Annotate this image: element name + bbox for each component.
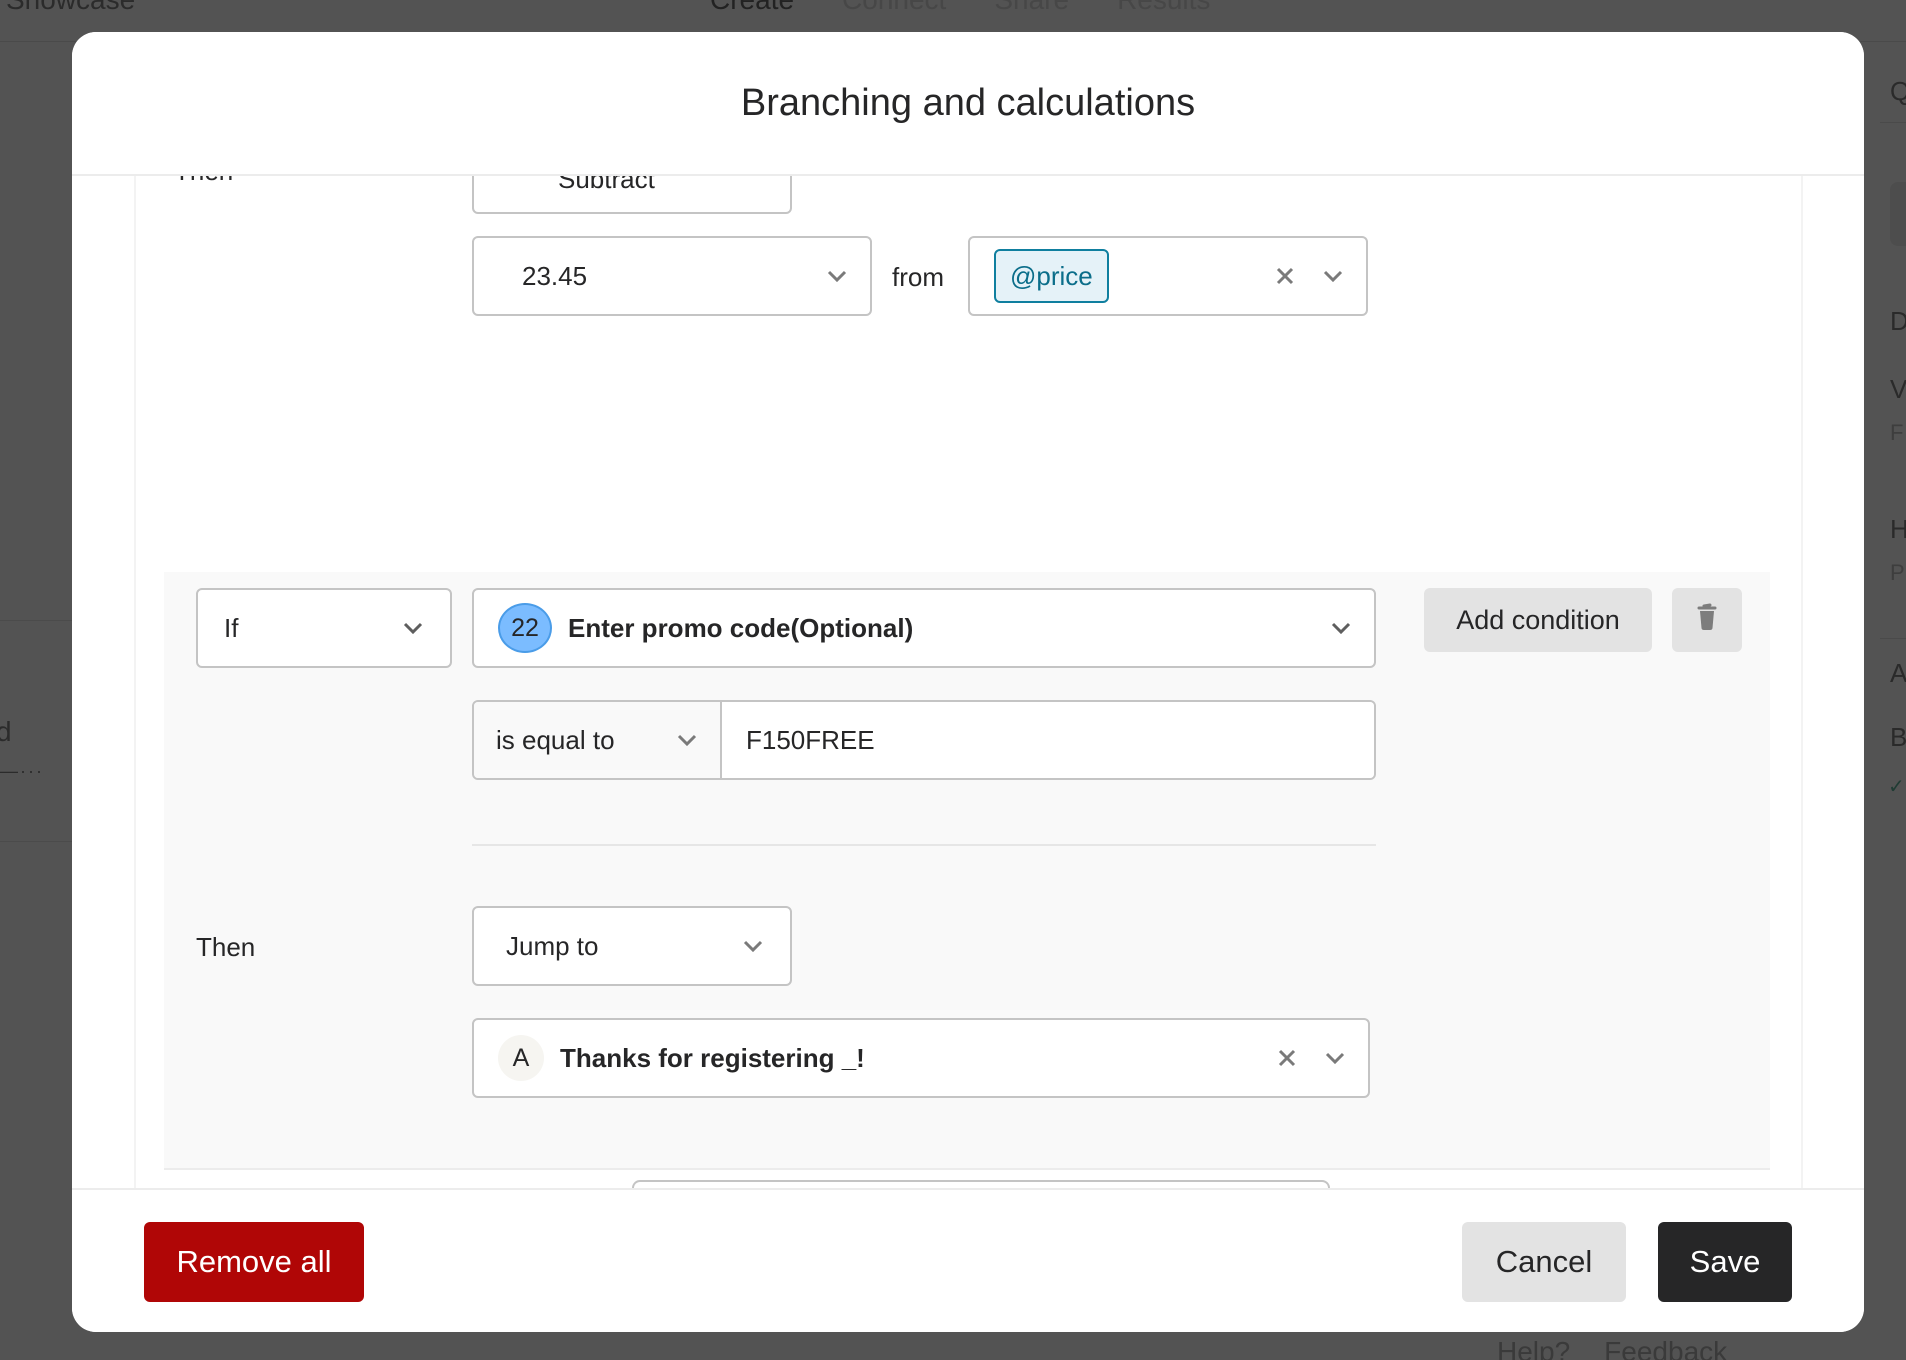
background-tabs: Create Connect Share Results <box>710 0 1210 16</box>
save-button[interactable]: Save <box>1658 1222 1792 1302</box>
question-label: Enter promo code(Optional) <box>568 612 914 643</box>
chevron-down-icon[interactable] <box>1322 265 1344 287</box>
if-select-value: If <box>224 612 239 643</box>
background-right-text: F <box>1890 420 1904 445</box>
destination-label: Thanks for registering _! <box>560 1042 865 1073</box>
action-select[interactable]: Subtract <box>472 176 792 214</box>
destination-select[interactable]: A Thanks for registering _! <box>472 1018 1370 1098</box>
rule-then-label: Then <box>196 932 256 962</box>
background-footer-links: Help? Feedback <box>1497 1336 1727 1360</box>
target-variable-select[interactable]: @price <box>968 236 1368 316</box>
background-right-panel: Q D V F H P A B ✓ <box>1866 42 1906 1360</box>
branching-modal: Branching and calculations Then Subtract… <box>72 32 1864 1332</box>
background-right-text: B <box>1890 722 1906 752</box>
background-right-text: Q <box>1890 76 1906 106</box>
chevron-down-icon <box>826 265 848 287</box>
chevron-down-icon <box>742 935 764 957</box>
chevron-down-icon[interactable] <box>1324 1047 1346 1069</box>
operator-select[interactable]: is equal to <box>474 702 722 778</box>
background-tab-results: Results <box>1117 0 1210 16</box>
chevron-down-icon <box>402 617 424 639</box>
delete-rule-button[interactable] <box>1672 588 1742 652</box>
from-label: from <box>892 262 944 292</box>
if-select[interactable]: If <box>196 588 452 668</box>
background-tab-connect: Connect <box>842 0 946 16</box>
remove-all-button[interactable]: Remove all <box>144 1222 364 1302</box>
modal-body[interactable]: Then Subtract 23.45 from @price <box>72 176 1864 1188</box>
background-help-link: Help? <box>1497 1336 1571 1360</box>
background-divider <box>1880 638 1906 639</box>
background-right-text: H <box>1890 514 1906 544</box>
rule-divider <box>472 844 1376 846</box>
question-number-badge: 22 <box>498 603 552 653</box>
background-left-dots: —··· <box>0 761 44 781</box>
background-left-text: d <box>0 716 12 747</box>
modal-footer: Remove all Cancel Save <box>72 1188 1864 1332</box>
background-right-text: V <box>1890 374 1906 404</box>
background-right-text: D <box>1890 306 1906 336</box>
background-brand: Showcase <box>6 0 135 16</box>
background-right-text: P <box>1890 560 1905 585</box>
chevron-down-icon <box>676 729 698 751</box>
operand-value: 23.45 <box>522 260 588 291</box>
jump-action-value: Jump to <box>506 930 599 961</box>
background-right-text: A <box>1890 658 1906 688</box>
add-condition-button[interactable]: Add condition <box>1424 588 1652 652</box>
condition-row: is equal to <box>472 700 1376 780</box>
rule-block: If 22 Enter promo code(Optional) Add con… <box>164 572 1770 1170</box>
jump-action-select[interactable]: Jump to <box>472 906 792 986</box>
background-left-panel: d —··· <box>0 620 72 842</box>
operator-value: is equal to <box>496 724 615 755</box>
question-select[interactable]: 22 Enter promo code(Optional) <box>472 588 1376 668</box>
background-divider <box>1880 122 1906 123</box>
comparison-value-input[interactable] <box>722 702 1374 778</box>
trash-icon <box>1696 603 1718 638</box>
action-select-value: Subtract <box>558 176 655 194</box>
cancel-button[interactable]: Cancel <box>1462 1222 1626 1302</box>
modal-header: Branching and calculations <box>72 32 1864 176</box>
chevron-down-icon <box>1330 617 1352 639</box>
rules-card: Then Subtract 23.45 from @price <box>134 176 1803 1188</box>
variable-tag[interactable]: @price <box>994 249 1109 303</box>
destination-badge: A <box>498 1035 544 1081</box>
rule-then-label: Then <box>174 176 233 187</box>
background-right-box <box>1890 182 1906 246</box>
operand-select[interactable]: 23.45 <box>472 236 872 316</box>
clear-icon[interactable] <box>1276 1047 1298 1069</box>
modal-title: Branching and calculations <box>740 81 1196 124</box>
clear-icon[interactable] <box>1274 265 1296 287</box>
background-feedback-link: Feedback <box>1604 1336 1728 1360</box>
chevron-down-icon: ✓ <box>1888 776 1905 798</box>
background-tab-share: Share <box>994 0 1069 16</box>
chevron-down-icon <box>742 176 764 181</box>
background-tab-create: Create <box>710 0 794 16</box>
